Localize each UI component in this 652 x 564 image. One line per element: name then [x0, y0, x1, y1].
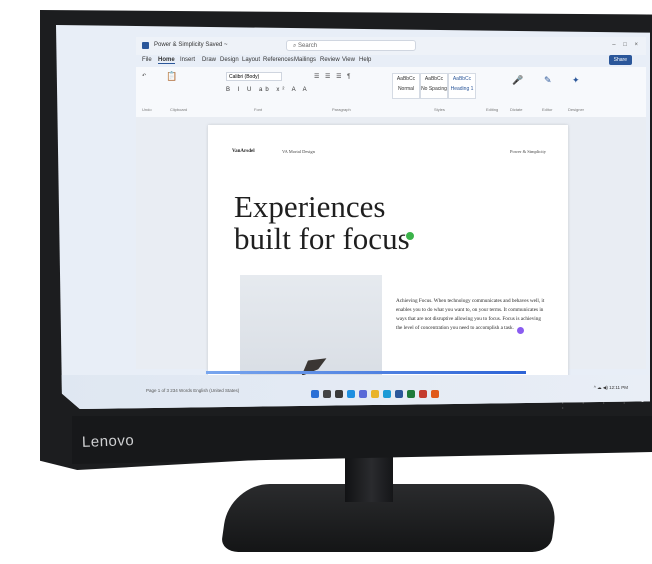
- style-sample: AaBbCc: [396, 76, 416, 82]
- group-label: Clipboard: [170, 107, 188, 112]
- style-name: Normal: [397, 86, 415, 92]
- group-label: Designer: [568, 107, 585, 112]
- tab-home[interactable]: Home: [158, 57, 175, 64]
- style-no-spacing[interactable]: AaBbCc No Spacing: [420, 73, 448, 99]
- group-label: Styles: [434, 107, 445, 112]
- doc-body-text: Achieving Focus. When technology communi…: [396, 298, 545, 331]
- document-title: Power & Simplicity Saved ~: [154, 42, 228, 48]
- paragraph-icons[interactable]: ☰ ☰ ☰ ¶: [314, 73, 352, 80]
- font-name-dropdown[interactable]: Calibri (Body): [226, 72, 282, 81]
- product-photo: Lenovo • • • • • Power & Simplicity Save…: [0, 0, 652, 564]
- share-button[interactable]: Share: [608, 55, 632, 65]
- style-sample: AaBbCc: [424, 76, 444, 82]
- doc-subtitle: VA Mortal Design: [282, 149, 315, 154]
- word-titlebar: Power & Simplicity Saved ~ ⌕ Search – □ …: [136, 37, 646, 55]
- monitor-bottom-bezel: [72, 416, 652, 464]
- window-controls[interactable]: – □ ×: [612, 42, 638, 48]
- doc-header-right: Power & Simplicity: [510, 149, 546, 154]
- search-input[interactable]: ⌕ Search: [286, 40, 416, 51]
- word-statusbar: Page 1 of 3 234 Words English (United St…: [146, 388, 240, 393]
- tab-view[interactable]: View: [342, 57, 355, 63]
- tab-help[interactable]: Help: [359, 57, 371, 63]
- tab-mailings[interactable]: Mailings: [294, 57, 316, 63]
- monitor-brand-logo: Lenovo: [81, 432, 135, 451]
- collaborator-cursor-icon: [405, 231, 415, 241]
- tab-layout[interactable]: Layout: [242, 57, 260, 63]
- tab-references[interactable]: References: [263, 57, 294, 63]
- font-format-buttons[interactable]: B I U ab x² A A: [226, 87, 310, 93]
- doc-headline: Experiences built for focus: [234, 191, 464, 255]
- group-label: Editor: [542, 107, 553, 112]
- tab-design[interactable]: Design: [220, 57, 239, 63]
- style-name: No Spacing: [421, 86, 447, 92]
- group-label: Dictate: [510, 107, 523, 112]
- search-placeholder: Search: [298, 43, 318, 49]
- group-label: Font: [254, 107, 263, 112]
- group-label: Editing: [486, 107, 499, 112]
- style-normal[interactable]: AaBbCc Normal: [392, 73, 420, 99]
- taskbar-glow: [206, 371, 526, 374]
- collaborator-avatar-icon: [516, 326, 525, 335]
- headline-line-2: built for focus: [234, 221, 410, 256]
- monitor-screen: Power & Simplicity Saved ~ ⌕ Search – □ …: [56, 25, 650, 409]
- undo-icon[interactable]: ↶: [142, 73, 146, 79]
- document-canvas[interactable]: VanArsdel VA Mortal Design Power & Simpl…: [136, 117, 646, 385]
- style-heading-1[interactable]: AaBbCc Heading 1: [448, 73, 476, 99]
- paste-icon[interactable]: 📋: [166, 71, 177, 82]
- ribbon-toolbar: ↶ 📋 Calibri (Body) B I U ab x² A A ☰ ☰ ☰…: [136, 67, 646, 118]
- tab-file[interactable]: File: [142, 57, 152, 63]
- word-app-icon: [142, 42, 149, 49]
- doc-hero-image: [240, 275, 382, 385]
- document-page[interactable]: VanArsdel VA Mortal Design Power & Simpl…: [208, 125, 568, 385]
- ribbon-tabs: File Home Insert Draw Design Layout Refe…: [136, 55, 646, 67]
- designer-icon[interactable]: ✦: [572, 75, 580, 86]
- doc-brand: VanArsdel: [232, 149, 255, 154]
- group-label: Undo: [142, 107, 152, 112]
- dictate-icon[interactable]: 🎤: [512, 75, 523, 86]
- headline-line-1: Experiences: [234, 189, 386, 224]
- tab-draw[interactable]: Draw: [202, 57, 216, 63]
- tab-insert[interactable]: Insert: [180, 57, 195, 63]
- style-sample: AaBbCc: [452, 76, 472, 82]
- style-name: Heading 1: [450, 86, 474, 92]
- tab-review[interactable]: Review: [320, 57, 340, 63]
- group-label: Paragraph: [332, 107, 351, 112]
- editor-icon[interactable]: ✎: [544, 75, 552, 86]
